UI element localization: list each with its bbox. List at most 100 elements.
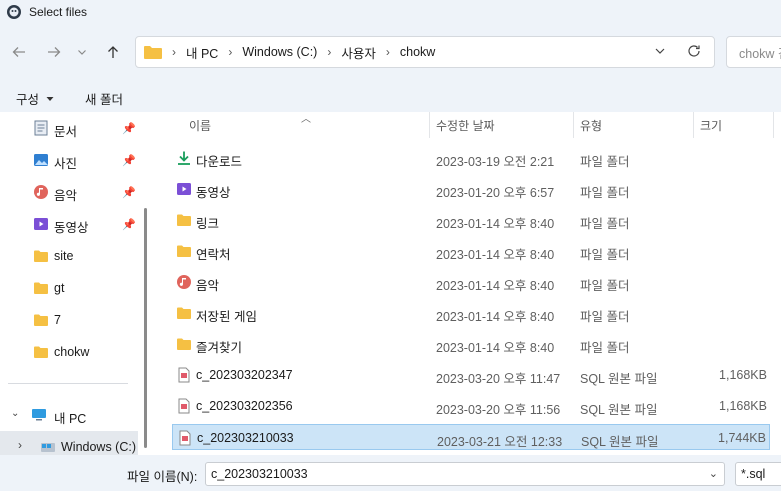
file-name-bar: 파일 이름(N): c_202303210033 ⌄ *.sql bbox=[0, 455, 781, 491]
file-list: 이름 ︿ 수정한 날짜 유형 크기 다운로드 2023-03-19 오전 2:21… bbox=[155, 112, 781, 455]
music-icon bbox=[176, 274, 192, 290]
sidebar-item-label: 내 PC bbox=[54, 412, 87, 426]
title-bar: Select files bbox=[0, 0, 781, 24]
file-row[interactable]: 저장된 게임 2023-01-14 오후 8:40 파일 폴더 bbox=[172, 300, 770, 326]
chevron-right-icon: › bbox=[172, 45, 176, 59]
up-button[interactable] bbox=[101, 40, 125, 64]
pin-icon: 📌 bbox=[122, 219, 136, 231]
file-type: 파일 폴더 bbox=[580, 186, 630, 200]
chevron-right-icon: › bbox=[327, 45, 332, 59]
document-icon bbox=[34, 120, 48, 136]
chevron-right-icon[interactable]: › bbox=[18, 438, 22, 452]
sidebar-item-videos[interactable]: 동영상 📌 bbox=[0, 208, 145, 240]
sidebar-item-this-pc[interactable]: ⌄ 내 PC bbox=[0, 399, 145, 431]
file-row[interactable]: c_202303202356 2023-03-20 오후 11:56 SQL 원본 … bbox=[172, 393, 770, 419]
column-divider[interactable] bbox=[429, 112, 430, 138]
navigation-pane: 문서 📌 사진 📌 음악 📌 동영상 📌 site gt 7 chokw ⌄ 내… bbox=[0, 112, 155, 455]
recent-locations-button[interactable] bbox=[72, 40, 92, 64]
folder-icon bbox=[34, 250, 48, 262]
chevron-down-icon[interactable]: ⌄ bbox=[11, 408, 19, 419]
address-history-button[interactable] bbox=[654, 45, 666, 60]
file-name: c_202303202356 bbox=[196, 399, 293, 413]
pin-icon: 📌 bbox=[122, 123, 136, 135]
chevron-down-icon bbox=[78, 50, 86, 55]
sidebar-item-label: 문서 bbox=[54, 125, 78, 139]
column-header-name[interactable]: 이름 bbox=[189, 112, 211, 138]
file-row[interactable]: 즐겨찾기 2023-01-14 오후 8:40 파일 폴더 bbox=[172, 331, 770, 357]
sidebar-item-label: 7 bbox=[54, 313, 61, 327]
download-icon bbox=[176, 150, 192, 166]
file-row[interactable]: 링크 2023-01-14 오후 8:40 파일 폴더 bbox=[172, 207, 770, 233]
file-size: 1,744KB bbox=[718, 431, 766, 445]
new-folder-button[interactable]: 새 폴더 bbox=[85, 89, 123, 108]
column-divider[interactable] bbox=[773, 112, 774, 138]
back-button[interactable] bbox=[7, 40, 31, 64]
file-name: 동영상 bbox=[196, 186, 231, 200]
sidebar-scrollbar[interactable] bbox=[144, 208, 147, 448]
file-modified: 2023-01-14 오후 8:40 bbox=[436, 279, 555, 293]
arrow-up-icon bbox=[108, 46, 118, 58]
sidebar-item-7[interactable]: 7 bbox=[0, 304, 145, 336]
breadcrumb-users[interactable]: 사용자 bbox=[341, 43, 376, 62]
pin-icon: 📌 bbox=[122, 155, 136, 167]
column-divider[interactable] bbox=[693, 112, 694, 138]
file-name: c_202303202347 bbox=[196, 368, 293, 382]
file-name-input[interactable]: c_202303210033 ⌄ bbox=[205, 462, 725, 486]
folder-icon bbox=[176, 212, 192, 228]
column-header-modified[interactable]: 수정한 날짜 bbox=[436, 112, 495, 138]
sidebar-item-pictures[interactable]: 사진 📌 bbox=[0, 144, 145, 176]
column-divider[interactable] bbox=[573, 112, 574, 138]
file-modified: 2023-03-19 오전 2:21 bbox=[436, 155, 555, 169]
sidebar-item-chokw[interactable]: chokw bbox=[0, 336, 145, 368]
app-icon bbox=[6, 4, 22, 20]
file-row[interactable]: c_202303210033 2023-03-21 오전 12:33 SQL 원본 … bbox=[172, 424, 770, 450]
file-row[interactable]: 연락처 2023-01-14 오후 8:40 파일 폴더 bbox=[172, 238, 770, 264]
sidebar-item-gt[interactable]: gt bbox=[0, 272, 145, 304]
sidebar-item-music[interactable]: 음악 📌 bbox=[0, 176, 145, 208]
video-icon bbox=[34, 218, 48, 230]
sidebar-item-label: 음악 bbox=[54, 189, 78, 203]
file-size: 1,168KB bbox=[719, 368, 767, 382]
file-modified: 2023-01-14 오후 8:40 bbox=[436, 248, 555, 262]
file-type-select[interactable]: *.sql bbox=[735, 462, 781, 486]
divider bbox=[8, 383, 128, 384]
chevron-down-icon bbox=[655, 48, 665, 54]
organize-button[interactable]: 구성 bbox=[16, 89, 55, 108]
file-modified: 2023-03-20 오후 11:47 bbox=[436, 372, 561, 386]
file-row[interactable]: 다운로드 2023-03-19 오전 2:21 파일 폴더 bbox=[172, 145, 770, 171]
column-header-size[interactable]: 크기 bbox=[700, 112, 722, 138]
caret-down-icon bbox=[46, 96, 54, 101]
column-header-type[interactable]: 유형 bbox=[580, 112, 602, 138]
file-row[interactable]: 음악 2023-01-14 오후 8:40 파일 폴더 bbox=[172, 269, 770, 295]
file-name: c_202303210033 bbox=[197, 431, 294, 445]
chevron-right-icon: › bbox=[228, 45, 233, 59]
refresh-button[interactable] bbox=[686, 43, 702, 62]
forward-button[interactable] bbox=[42, 40, 66, 64]
file-modified: 2023-01-20 오후 6:57 bbox=[436, 186, 555, 200]
sidebar-item-documents[interactable]: 문서 📌 bbox=[0, 112, 145, 144]
window-title: Select files bbox=[29, 5, 88, 19]
file-type: 파일 폴더 bbox=[580, 217, 630, 231]
breadcrumb-drive[interactable]: Windows (C:) bbox=[242, 45, 317, 59]
file-name-label: 파일 이름(N): bbox=[127, 470, 198, 484]
sidebar-item-site[interactable]: site bbox=[0, 240, 145, 272]
file-type: 파일 폴더 bbox=[580, 310, 630, 324]
folder-icon bbox=[176, 336, 192, 352]
sidebar-item-drive[interactable]: › Windows (C:) bbox=[0, 431, 138, 455]
address-bar[interactable]: › 내 PC › Windows (C:) › 사용자 › chokw bbox=[135, 36, 715, 68]
search-input[interactable]: chokw 검색 bbox=[726, 36, 781, 68]
file-modified: 2023-01-14 오후 8:40 bbox=[436, 217, 555, 231]
arrow-right-icon bbox=[48, 47, 61, 57]
file-row[interactable]: 동영상 2023-01-20 오후 6:57 파일 폴더 bbox=[172, 176, 770, 202]
breadcrumb-user[interactable]: chokw bbox=[400, 45, 435, 59]
drive-icon bbox=[41, 443, 55, 452]
file-row[interactable]: c_202303202347 2023-03-20 오후 11:47 SQL 원본 … bbox=[172, 362, 770, 388]
sidebar-item-label: 사진 bbox=[54, 157, 78, 171]
breadcrumb-this-pc[interactable]: 내 PC bbox=[186, 43, 218, 62]
breadcrumb: › 내 PC › Windows (C:) › 사용자 › chokw bbox=[172, 43, 435, 62]
command-bar: 구성 새 폴더 bbox=[0, 80, 781, 112]
chevron-down-icon[interactable]: ⌄ bbox=[709, 467, 718, 480]
file-size: 1,168KB bbox=[719, 399, 767, 413]
sql-file-icon bbox=[177, 430, 193, 446]
folder-icon bbox=[176, 243, 192, 259]
